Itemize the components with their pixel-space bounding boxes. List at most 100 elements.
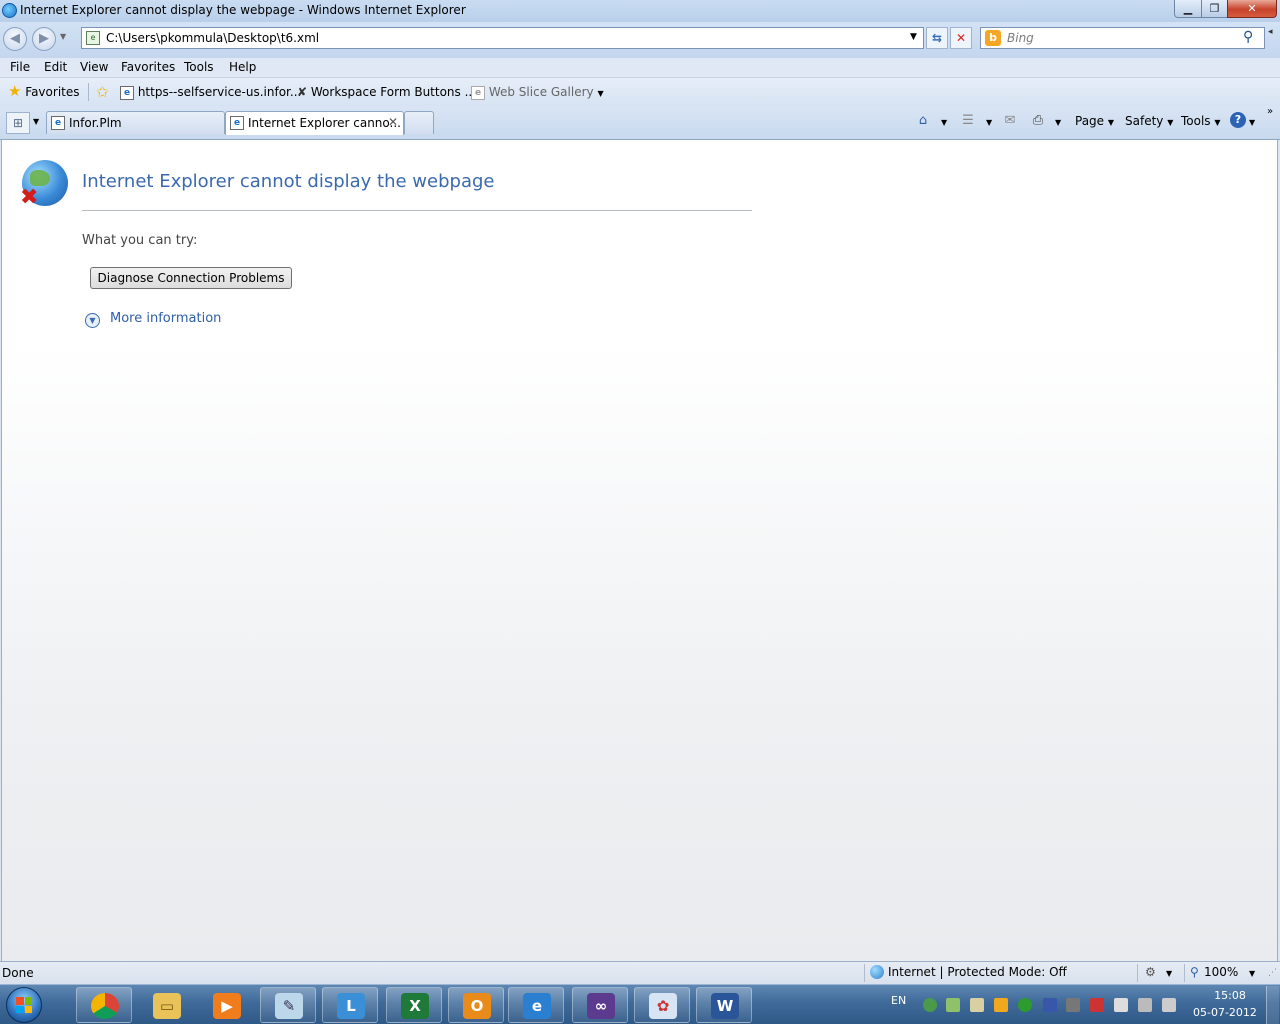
search-box[interactable]: b Bing ⚲ <box>980 27 1265 49</box>
search-input[interactable]: Bing <box>1007 31 1034 45</box>
protected-mode-icon[interactable]: ⚙ <box>1145 965 1156 979</box>
print-icon[interactable]: ⎙ <box>1030 113 1046 129</box>
close-icon: ✕ <box>1247 2 1257 15</box>
diagnose-connection-button[interactable]: Diagnose Connection Problems <box>90 267 292 289</box>
office-tray-icon[interactable] <box>994 998 1008 1012</box>
mail-tray-icon[interactable] <box>970 998 984 1012</box>
menu-file[interactable]: File <box>10 60 30 74</box>
address-bar[interactable]: e C:\Users\pkommula\Desktop\t6.xml ▼ <box>81 27 924 49</box>
tools-menu-button[interactable]: Tools ▼ <box>1181 114 1221 128</box>
ie-page-icon: e <box>230 116 244 130</box>
taskbar-notepad[interactable]: ✎ <box>260 987 316 1023</box>
clock-date[interactable]: 05-07-2012 <box>1193 1006 1257 1019</box>
menu-favorites[interactable]: Favorites <box>121 60 175 74</box>
bing-icon[interactable]: b <box>985 30 1001 46</box>
address-text[interactable]: C:\Users\pkommula\Desktop\t6.xml <box>106 31 319 45</box>
update-icon[interactable] <box>946 998 960 1012</box>
stop-button[interactable]: ✕ <box>950 27 972 49</box>
resize-grip-icon[interactable]: ⋰ <box>1268 968 1277 978</box>
feeds-dropdown[interactable]: ▼ <box>986 118 992 127</box>
help-icon[interactable]: ? <box>1230 112 1246 128</box>
zoom-dropdown[interactable]: ▼ <box>1249 969 1255 978</box>
taskbar-internet-explorer[interactable]: e <box>508 987 564 1023</box>
forward-button[interactable]: ▶ <box>32 27 56 51</box>
tab-bar: ⊞ ▼ e Infor.Plm e Internet Explorer cann… <box>0 106 1280 140</box>
error-x-icon: ✖ <box>20 185 39 210</box>
notepad-icon: ✎ <box>275 993 303 1019</box>
print-dropdown[interactable]: ▼ <box>1055 118 1061 127</box>
favorites-button[interactable]: ★ Favorites <box>8 82 80 100</box>
internet-explorer-icon <box>2 3 17 18</box>
favorite-link-selfservice[interactable]: e https--selfservice-us.infor... <box>120 85 301 100</box>
language-indicator[interactable]: EN <box>891 994 906 1007</box>
network-sync-icon[interactable] <box>923 998 937 1012</box>
taskbar-visual-studio[interactable]: ∞ <box>572 987 628 1023</box>
internet-zone-globe-icon <box>870 965 884 979</box>
antivirus-icon[interactable] <box>1043 998 1057 1012</box>
protected-mode-dropdown[interactable]: ▼ <box>1166 969 1172 978</box>
search-icon[interactable]: ⚲ <box>1243 29 1253 45</box>
menu-tools[interactable]: Tools <box>184 60 214 74</box>
title-bar: Internet Explorer cannot display the web… <box>0 0 1280 22</box>
recent-pages-dropdown[interactable]: ▼ <box>60 32 66 41</box>
internet-explorer-icon: e <box>523 993 551 1019</box>
more-information-link[interactable]: More information <box>110 311 221 326</box>
tab-label: Internet Explorer canno... <box>248 116 401 130</box>
tab-label: Infor.Plm <box>69 116 122 130</box>
close-tab-icon[interactable]: ✕ <box>388 115 398 129</box>
page-menu-button[interactable]: Page ▼ <box>1075 114 1114 128</box>
search-options-chevron-icon[interactable]: ◂ <box>1268 27 1273 37</box>
paint-icon: ✿ <box>649 993 677 1019</box>
chrome-icon <box>91 993 119 1019</box>
taskbar-media-player[interactable]: ▶ <box>198 987 254 1023</box>
menu-help[interactable]: Help <box>229 60 256 74</box>
close-button[interactable]: ✕ <box>1227 0 1277 18</box>
quick-tabs-button[interactable]: ⊞ <box>6 112 30 134</box>
network-icon[interactable] <box>1090 998 1104 1012</box>
menu-edit[interactable]: Edit <box>44 60 67 74</box>
refresh-icon: ⇆ <box>931 31 943 45</box>
help-dropdown[interactable]: ▼ <box>1249 118 1255 127</box>
mail-icon[interactable]: ✉ <box>1002 113 1018 129</box>
safety-menu-button[interactable]: Safety ▼ <box>1125 114 1173 128</box>
taskbar-explorer[interactable]: ▭ <box>138 987 194 1023</box>
device-icon[interactable] <box>1066 998 1080 1012</box>
new-tab-button[interactable] <box>404 111 434 134</box>
status-separator <box>1184 964 1185 982</box>
tab-error-page[interactable]: e Internet Explorer canno... ✕ <box>225 111 404 135</box>
chevron-right-icon[interactable]: » <box>1267 106 1273 117</box>
refresh-button[interactable]: ⇆ <box>926 27 948 49</box>
add-to-favorites-bar-icon[interactable]: ✩ <box>96 83 109 101</box>
show-desktop-button[interactable] <box>1266 986 1279 1024</box>
status-bar: Done ⚙ ▼ ⚲ ▼ ⋰ <box>0 961 1280 984</box>
taskbar-lync[interactable]: L <box>322 987 378 1023</box>
tab-infor-plm[interactable]: e Infor.Plm <box>46 111 225 134</box>
clock-time[interactable]: 15:08 <box>1210 989 1250 1002</box>
address-dropdown-button[interactable]: ▼ <box>910 32 917 42</box>
zoom-icon[interactable]: ⚲ <box>1190 965 1199 979</box>
feeds-icon[interactable]: ☰ <box>960 113 976 129</box>
security-tray-icon[interactable] <box>1018 998 1032 1012</box>
tab-list-dropdown[interactable]: ▼ <box>33 117 39 126</box>
favorite-web-slice-gallery[interactable]: e Web Slice Gallery ▼ <box>471 85 604 100</box>
display-icon[interactable] <box>1138 998 1152 1012</box>
home-icon[interactable]: ⌂ <box>915 113 931 129</box>
taskbar-word[interactable]: W <box>696 987 752 1023</box>
expand-chevron-icon[interactable]: ▼ <box>85 313 100 328</box>
zoom-level[interactable]: 100% <box>1204 965 1238 979</box>
minimize-button[interactable]: ▁ <box>1174 0 1202 18</box>
home-dropdown[interactable]: ▼ <box>941 118 947 127</box>
maximize-button[interactable]: ❐ <box>1201 0 1228 18</box>
volume-muted-icon[interactable] <box>1162 998 1176 1012</box>
ie-page-icon: e <box>51 116 65 130</box>
back-button[interactable]: ◀ <box>3 27 27 51</box>
taskbar-chrome[interactable] <box>76 987 132 1023</box>
action-center-flag-icon[interactable] <box>1114 998 1128 1012</box>
menu-view[interactable]: View <box>80 60 108 74</box>
start-button[interactable] <box>6 987 42 1023</box>
taskbar-paint[interactable]: ✿ <box>634 987 690 1023</box>
taskbar-excel[interactable]: X <box>386 987 442 1023</box>
word-icon: W <box>711 993 739 1019</box>
favorite-link-workspace[interactable]: ✘ Workspace Form Buttons ... <box>297 85 476 99</box>
taskbar-outlook[interactable]: O <box>448 987 504 1023</box>
